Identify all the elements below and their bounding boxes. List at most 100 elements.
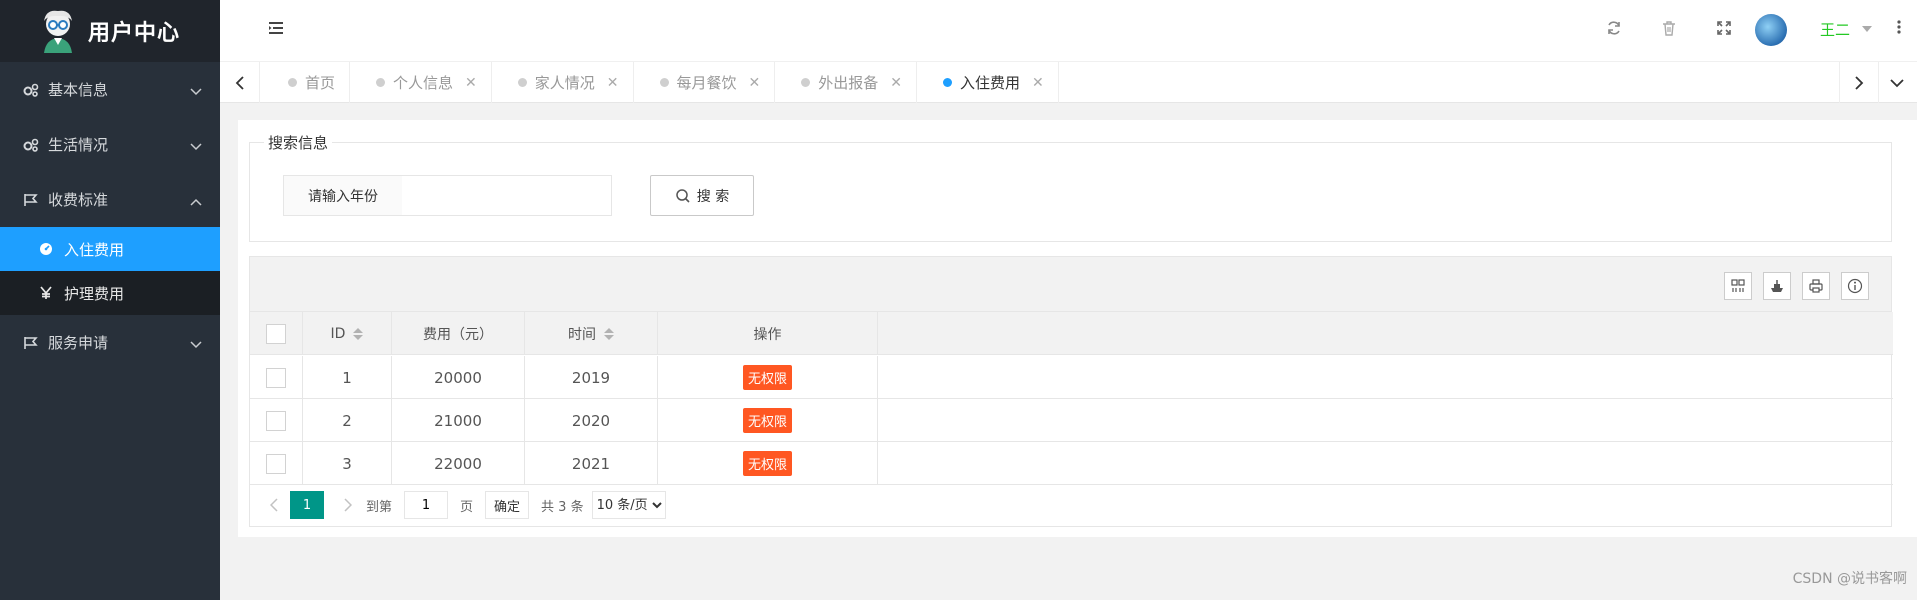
no-permission-badge[interactable]: 无权限 — [742, 451, 792, 476]
tab-personal-info[interactable]: 个人信息 ✕ — [350, 62, 492, 103]
tab-label: 个人信息 — [393, 74, 454, 92]
tab-scroll-right-icon[interactable] — [1839, 62, 1879, 103]
next-page-icon[interactable] — [338, 498, 358, 512]
page-current[interactable]: 1 — [290, 491, 324, 519]
table-toolbar — [250, 257, 1891, 312]
columns-filter-icon[interactable] — [1724, 272, 1752, 300]
tab-dot — [943, 78, 953, 87]
close-icon[interactable]: ✕ — [607, 75, 619, 91]
column-header-label: 操作 — [753, 326, 782, 343]
sort-icon[interactable] — [604, 327, 614, 340]
tab-label: 每月餐饮 — [676, 74, 737, 92]
tab-scroll-left-icon[interactable] — [220, 62, 260, 103]
column-header-id[interactable]: ID — [303, 312, 392, 355]
row-checkbox-cell — [250, 442, 303, 485]
menu-toggle-icon[interactable] — [268, 21, 284, 39]
column-header-fee: 费用（元） — [392, 312, 525, 355]
cell-year: 2021 — [525, 442, 658, 485]
export-icon[interactable] — [1763, 272, 1791, 300]
trash-icon[interactable] — [1661, 20, 1677, 40]
cell-year: 2019 — [525, 356, 658, 399]
close-icon[interactable]: ✕ — [465, 75, 477, 91]
select-all-checkbox-cell — [250, 312, 303, 355]
row-checkbox[interactable] — [266, 410, 286, 431]
tab-label: 首页 — [305, 74, 336, 92]
search-button-label: 搜 索 — [696, 188, 730, 205]
table-header: ID 费用（元） 时间 操作 — [250, 312, 1893, 355]
dashboard-icon — [38, 241, 54, 257]
sidebar: 用户中心 基本信息 生活情况 收费标准 入住费用 护理费用 服务申请 — [0, 0, 220, 600]
sidebar-submenu: 入住费用 护理费用 — [0, 227, 220, 315]
no-permission-badge[interactable]: 无权限 — [742, 408, 792, 433]
close-icon[interactable]: ✕ — [749, 75, 761, 91]
select-all-checkbox[interactable] — [266, 323, 286, 344]
tab-dot — [517, 78, 527, 87]
tab-home[interactable]: 首页 — [262, 62, 351, 103]
year-input[interactable] — [402, 175, 612, 216]
goto-page-input[interactable] — [404, 491, 449, 519]
table-row: 2 21000 2020 无权限 — [250, 399, 1893, 442]
user-name[interactable]: 王二 — [1820, 19, 1850, 40]
more-vertical-icon[interactable] — [1896, 19, 1902, 39]
column-header-label: 时间 — [568, 326, 596, 343]
tab-family[interactable]: 家人情况 ✕ — [492, 62, 634, 103]
flag-icon — [22, 191, 40, 209]
user-avatar[interactable] — [1755, 14, 1787, 46]
tab-outing-report[interactable]: 外出报备 ✕ — [775, 62, 918, 103]
tab-dot — [376, 78, 386, 87]
gears-icon — [22, 136, 40, 154]
tab-menu-chevron-icon[interactable] — [1877, 62, 1917, 103]
tab-dot — [801, 78, 811, 87]
page-size-select[interactable]: 10 条/页 — [591, 491, 666, 519]
column-header-time[interactable]: 时间 — [525, 312, 658, 355]
tab-label: 家人情况 — [534, 74, 595, 92]
info-icon[interactable] — [1841, 272, 1869, 300]
search-icon — [676, 188, 690, 203]
row-checkbox-cell — [250, 356, 303, 399]
sidebar-item-label: 生活情况 — [48, 136, 109, 154]
refresh-icon[interactable] — [1606, 20, 1622, 40]
data-table: ID 费用（元） 时间 操作 1 20000 2019 无权限 2 21000 … — [249, 256, 1893, 527]
chevron-down-icon — [190, 82, 202, 100]
sidebar-subitem-label: 入住费用 — [64, 240, 125, 259]
search-button[interactable]: 搜 索 — [650, 175, 754, 216]
sidebar-subitem-admission-fee[interactable]: 入住费用 — [0, 227, 220, 271]
tab-monthly-meals[interactable]: 每月餐饮 ✕ — [634, 62, 776, 103]
no-permission-badge[interactable]: 无权限 — [742, 365, 792, 390]
sidebar-item-label: 服务申请 — [48, 334, 109, 352]
total-count: 共 3 条 — [541, 499, 584, 515]
fullscreen-icon[interactable] — [1716, 20, 1732, 40]
logo-avatar-icon — [38, 9, 78, 53]
close-icon[interactable]: ✕ — [1032, 75, 1044, 91]
column-header-label: ID — [330, 325, 346, 342]
sidebar-item-label: 基本信息 — [48, 81, 109, 99]
sidebar-item-basic-info[interactable]: 基本信息 — [0, 62, 220, 117]
tab-admission-fee[interactable]: 入住费用 ✕ — [917, 62, 1059, 103]
tab-label: 入住费用 — [960, 74, 1021, 92]
cell-action: 无权限 — [658, 442, 878, 485]
sidebar-item-fee-standard[interactable]: 收费标准 — [0, 172, 220, 227]
row-checkbox[interactable] — [266, 367, 286, 388]
sidebar-item-service-request[interactable]: 服务申请 — [0, 315, 220, 370]
sidebar-item-life-status[interactable]: 生活情况 — [0, 117, 220, 172]
caret-down-icon[interactable] — [1862, 26, 1872, 32]
print-icon[interactable] — [1802, 272, 1830, 300]
search-panel: 搜索信息 请输入年份 搜 索 — [249, 132, 1892, 242]
close-icon[interactable]: ✕ — [890, 75, 902, 91]
row-checkbox[interactable] — [266, 453, 286, 474]
prev-page-icon[interactable] — [264, 498, 284, 512]
sidebar-subitem-nursing-fee[interactable]: 护理费用 — [0, 271, 220, 315]
sidebar-item-label: 收费标准 — [48, 191, 109, 209]
pagination: 1 到第 页 确定 共 3 条 10 条/页 — [250, 483, 1893, 527]
cell-fee: 20000 — [392, 356, 525, 399]
sort-icon[interactable] — [353, 327, 364, 340]
tab-dot — [659, 78, 669, 87]
gears-icon — [22, 81, 40, 99]
cell-action: 无权限 — [658, 356, 878, 399]
confirm-button[interactable]: 确定 — [485, 491, 530, 519]
app-title: 用户中心 — [88, 21, 181, 46]
logo[interactable]: 用户中心 — [0, 0, 220, 62]
chevron-down-icon — [190, 335, 202, 353]
cell-id: 3 — [303, 442, 392, 485]
tab-bar: 首页 个人信息 ✕ 家人情况 ✕ 每月餐饮 ✕ 外出报备 ✕ 入住费用 ✕ — [220, 62, 1917, 103]
